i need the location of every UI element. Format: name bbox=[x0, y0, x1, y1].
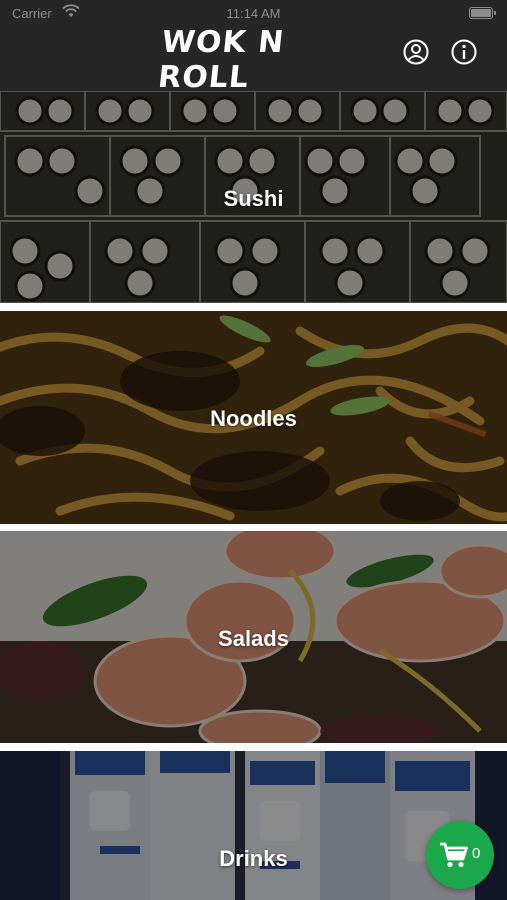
clock: 11:14 AM bbox=[226, 6, 281, 21]
category-label-noodles: Noodles bbox=[210, 406, 297, 431]
info-icon[interactable] bbox=[451, 39, 477, 65]
category-label-sushi: Sushi bbox=[223, 186, 284, 211]
category-tile-salads[interactable]: Salads bbox=[0, 531, 507, 743]
category-tile-drinks[interactable]: Drinks bbox=[0, 751, 507, 900]
account-icon[interactable] bbox=[403, 39, 429, 65]
top-bar: Carrier 11:14 AM WOK N ROLL bbox=[0, 0, 507, 95]
category-tile-noodles[interactable]: Noodles bbox=[0, 311, 507, 524]
cart-count: 0 bbox=[472, 845, 481, 862]
brand-logo: WOK N ROLL bbox=[156, 25, 287, 95]
status-bar: Carrier 11:14 AM bbox=[0, 0, 507, 28]
category-label-salads: Salads bbox=[218, 626, 289, 651]
category-tile-sushi[interactable]: Sushi bbox=[0, 91, 507, 303]
cart-button[interactable]: 0 bbox=[426, 821, 494, 889]
battery-icon bbox=[469, 7, 496, 19]
shopping-cart-icon bbox=[440, 842, 468, 868]
